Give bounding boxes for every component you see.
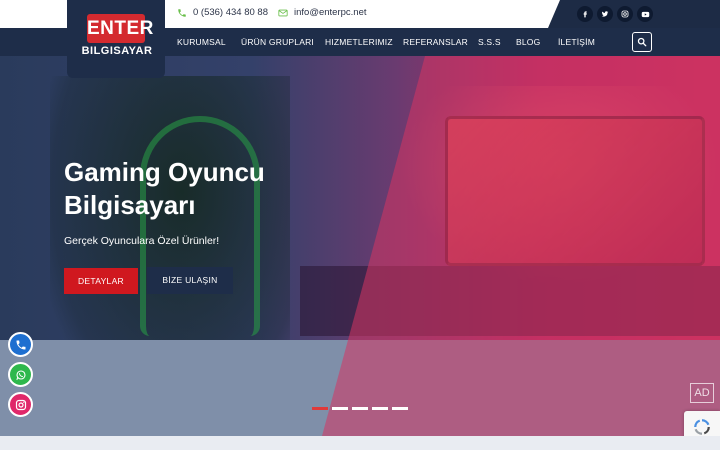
envelope-icon [278, 9, 288, 16]
phone-number[interactable]: 0 (536) 434 80 88 [193, 7, 268, 18]
social-bar [548, 0, 720, 28]
nav-item-kurumsal[interactable]: KURUMSAL [177, 37, 226, 47]
slide-dot-2[interactable] [332, 407, 348, 410]
floating-instagram-button[interactable] [8, 392, 33, 417]
decorative-stripe [540, 0, 550, 28]
nav-item-sss[interactable]: S.S.S [478, 37, 501, 47]
floating-whatsapp-button[interactable] [8, 362, 33, 387]
nav-item-referanslar[interactable]: REFERANSLAR [403, 37, 468, 47]
hero-subtitle: Gerçek Oyunculara Özel Ürünler! [64, 235, 220, 247]
hero-chair-outline [140, 116, 260, 336]
search-icon [637, 37, 647, 47]
nav-item-hizmetlerimiz[interactable]: HIZMETLERIMIZ [325, 37, 393, 47]
slide-dot-1[interactable] [312, 407, 328, 410]
contact-us-button[interactable]: BİZE ULAŞIN [147, 267, 233, 294]
nav-item-urun-gruplari[interactable]: ÜRÜN GRUPLARI [241, 37, 314, 47]
nav-item-blog[interactable]: BLOG [516, 37, 540, 47]
search-button[interactable] [632, 32, 652, 52]
slide-dot-4[interactable] [372, 407, 388, 410]
logo-enter-text: ENTER [87, 14, 153, 43]
recaptcha-icon [694, 419, 710, 435]
logo-subtitle: BILGISAYAR [81, 45, 153, 57]
phone-icon [16, 340, 25, 349]
whatsapp-icon [15, 369, 26, 380]
slide-dot-5[interactable] [392, 407, 408, 410]
instagram-icon[interactable] [617, 6, 633, 22]
youtube-icon[interactable] [637, 6, 653, 22]
nav-item-iletisim[interactable]: İLETİŞİM [558, 37, 595, 47]
ad-label: AD [690, 383, 714, 403]
facebook-icon[interactable] [577, 6, 593, 22]
twitter-icon[interactable] [597, 6, 613, 22]
hero-title: Gaming Oyuncu Bilgisayarı [64, 157, 265, 220]
phone-contact[interactable]: 0 (536) 434 80 88 [177, 7, 268, 18]
email-address[interactable]: info@enterpc.net [294, 7, 367, 18]
slide-dot-3[interactable] [352, 407, 368, 410]
section-divider [0, 436, 720, 450]
phone-icon [178, 8, 186, 17]
floating-phone-button[interactable] [8, 332, 33, 357]
details-button[interactable]: DETAYLAR [64, 268, 138, 294]
instagram-icon [15, 399, 26, 410]
email-contact[interactable]: info@enterpc.net [278, 7, 367, 18]
